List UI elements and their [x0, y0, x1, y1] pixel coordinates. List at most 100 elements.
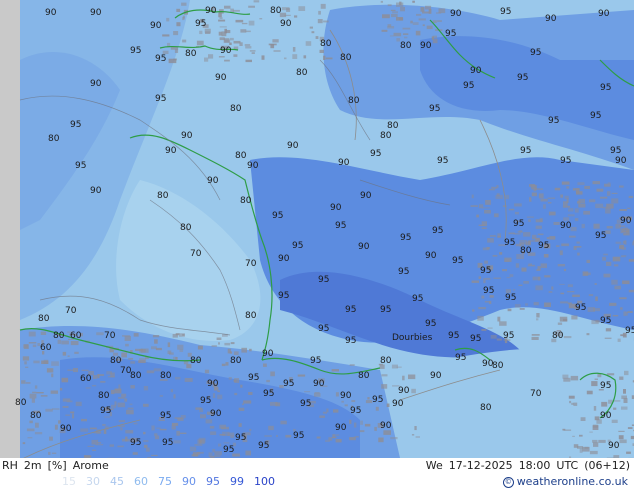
contour-value-label: 95	[160, 411, 171, 421]
relief-speck	[611, 192, 618, 194]
relief-speck	[497, 236, 501, 238]
relief-speck	[389, 35, 394, 37]
relief-speck	[65, 414, 70, 416]
relief-speck	[396, 2, 404, 7]
contour-value-label: 90	[165, 146, 177, 156]
relief-speck	[23, 344, 29, 349]
contour-value-label: 95	[272, 211, 283, 221]
relief-speck	[73, 368, 78, 373]
relief-speck	[593, 442, 599, 447]
contour-value-label: 95	[380, 305, 391, 315]
legend-item: 45	[110, 475, 124, 488]
relief-speck	[412, 22, 419, 25]
relief-speck	[497, 316, 501, 322]
relief-speck	[219, 26, 227, 28]
contour-value-label: 95	[437, 156, 448, 166]
relief-speck	[241, 347, 247, 353]
relief-speck	[514, 203, 522, 207]
relief-speck	[191, 454, 198, 457]
relief-speck	[592, 181, 600, 185]
relief-speck	[563, 268, 567, 272]
relief-speck	[627, 427, 633, 429]
relief-speck	[244, 44, 251, 47]
relief-speck	[111, 404, 117, 409]
relief-speck	[618, 435, 624, 440]
relief-speck	[571, 315, 578, 320]
contour-value-label: 95	[200, 396, 211, 406]
relief-speck	[167, 350, 172, 354]
relief-speck	[176, 430, 180, 436]
relief-speck	[218, 19, 226, 22]
relief-speck	[211, 345, 217, 347]
relief-speck	[603, 273, 611, 278]
contour-value-label: 80	[30, 411, 42, 421]
relief-speck	[34, 432, 43, 435]
relief-speck	[245, 46, 252, 49]
relief-speck	[21, 380, 26, 384]
relief-speck	[143, 403, 149, 407]
relief-speck	[219, 17, 223, 19]
contour-value-label: 80	[492, 361, 504, 371]
relief-speck	[528, 219, 531, 222]
relief-speck	[538, 276, 541, 281]
relief-speck	[248, 20, 255, 26]
contour-value-label: 95	[455, 353, 466, 363]
color-legend: 15 30 45 60 75 90 95 99 100	[62, 475, 285, 488]
relief-speck	[515, 263, 520, 268]
legend-item: 99	[230, 475, 244, 488]
relief-speck	[547, 202, 552, 204]
relief-speck	[100, 381, 106, 383]
relief-speck	[496, 185, 499, 189]
relief-speck	[218, 443, 222, 447]
relief-speck	[437, 20, 442, 22]
relief-speck	[61, 340, 69, 345]
contour-value-label: 95	[195, 19, 206, 29]
relief-speck	[482, 247, 489, 251]
relief-speck	[333, 409, 339, 413]
relief-speck	[97, 442, 102, 444]
relief-speck	[477, 315, 484, 321]
relief-speck	[380, 0, 383, 3]
contour-value-label: 90	[150, 21, 162, 31]
relief-speck	[89, 427, 97, 430]
contour-value-label: 95	[75, 161, 86, 171]
relief-speck	[110, 389, 115, 395]
legend-item: 100	[254, 475, 275, 488]
contour-value-label: 60	[40, 343, 52, 353]
relief-speck	[270, 44, 275, 49]
credit-link[interactable]: © weatheronline.co.uk	[502, 475, 628, 488]
contour-value-label: 90	[313, 379, 325, 389]
relief-speck	[627, 311, 633, 313]
relief-speck	[177, 417, 184, 421]
contour-value-label: 95	[263, 389, 274, 399]
relief-speck	[432, 38, 438, 44]
relief-speck	[33, 360, 40, 364]
relief-speck	[230, 37, 234, 41]
contour-value-label: 95	[590, 111, 601, 121]
relief-speck	[335, 392, 339, 397]
contour-value-label: 95	[470, 334, 481, 344]
contour-value-label: 80	[380, 131, 392, 141]
relief-speck	[538, 193, 544, 199]
relief-speck	[242, 403, 245, 406]
relief-speck	[487, 327, 493, 329]
relief-speck	[470, 205, 478, 207]
relief-speck	[506, 276, 511, 279]
relief-speck	[496, 193, 500, 197]
relief-speck	[589, 450, 598, 455]
relief-speck	[496, 338, 502, 341]
relief-speck	[197, 439, 205, 445]
relief-speck	[537, 266, 541, 270]
relief-speck	[317, 19, 323, 24]
relief-speck	[432, 35, 437, 39]
relief-speck	[548, 211, 556, 216]
relief-speck	[418, 18, 426, 21]
relief-speck	[155, 347, 162, 351]
relief-speck	[393, 32, 402, 37]
relief-speck	[341, 400, 344, 403]
contour-value-label: 95	[248, 373, 259, 383]
contour-value-label: 95	[425, 319, 436, 329]
contour-value-label: 90	[90, 79, 102, 89]
contour-value-label: 80	[320, 39, 332, 49]
relief-speck	[224, 28, 227, 34]
